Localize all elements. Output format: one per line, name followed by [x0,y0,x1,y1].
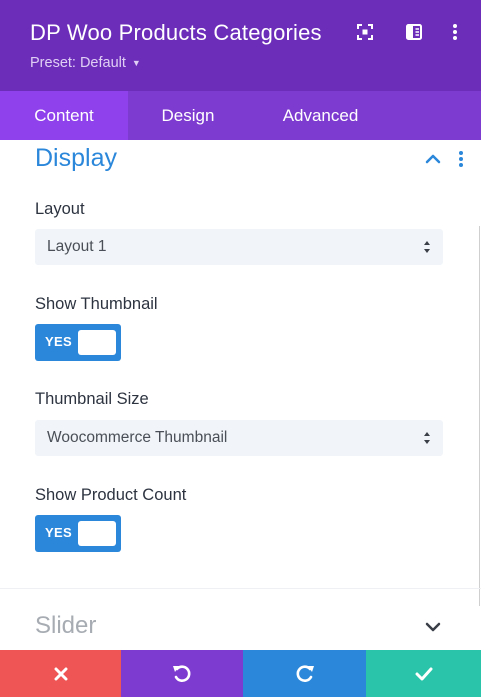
close-icon [54,667,67,680]
layout-label: Layout [35,200,85,218]
section-title-display[interactable]: Display [35,144,117,173]
show-thumbnail-label: Show Thumbnail [35,295,158,313]
layout-select[interactable]: Layout 1 [35,229,443,265]
toggle-knob [78,330,116,355]
sidebar-layout-icon[interactable] [402,20,426,44]
check-icon [415,667,432,680]
thumbnail-size-label: Thumbnail Size [35,390,149,408]
tab-advanced[interactable]: Advanced [248,91,393,140]
layout-select-value: Layout 1 [47,238,107,255]
toggle-knob [78,521,116,546]
settings-panel[interactable]: Display Layout Layout 1 Show Thumbnail Y… [0,140,481,650]
modal-header: DP Woo Products Categories Preset: Defau… [0,0,481,91]
scrollbar[interactable] [479,226,480,606]
section-title-slider[interactable]: Slider [35,612,96,640]
toggle-yes-text: YES [45,334,72,349]
tab-bar: Content Design Advanced [0,91,481,140]
more-vertical-icon[interactable] [443,20,467,44]
undo-icon [173,664,191,682]
redo-icon [296,664,314,682]
show-product-count-label: Show Product Count [35,486,187,504]
chevron-down-icon[interactable] [424,618,442,636]
toggle-yes-text: YES [45,525,72,540]
select-arrows-icon [424,432,430,444]
tab-content[interactable]: Content [0,91,128,140]
redo-button[interactable] [243,650,366,697]
modal-footer [0,650,481,697]
thumbnail-size-value: Woocommerce Thumbnail [47,429,228,446]
chevron-up-icon[interactable] [424,150,442,168]
undo-button[interactable] [121,650,243,697]
preset-label: Preset: Default [30,55,126,71]
tab-design[interactable]: Design [128,91,248,140]
caret-down-icon: ▼ [131,58,141,68]
save-button[interactable] [366,650,481,697]
select-arrows-icon [424,241,430,253]
thumbnail-size-select[interactable]: Woocommerce Thumbnail [35,420,443,456]
section-options-icon[interactable] [451,148,471,170]
show-thumbnail-toggle[interactable]: YES [35,324,121,361]
focus-icon[interactable] [353,20,377,44]
preset-dropdown[interactable]: Preset: Default ▼ [30,55,141,71]
show-product-count-toggle[interactable]: YES [35,515,121,552]
section-divider [0,588,481,589]
discard-button[interactable] [0,650,121,697]
module-title: DP Woo Products Categories [30,20,322,45]
